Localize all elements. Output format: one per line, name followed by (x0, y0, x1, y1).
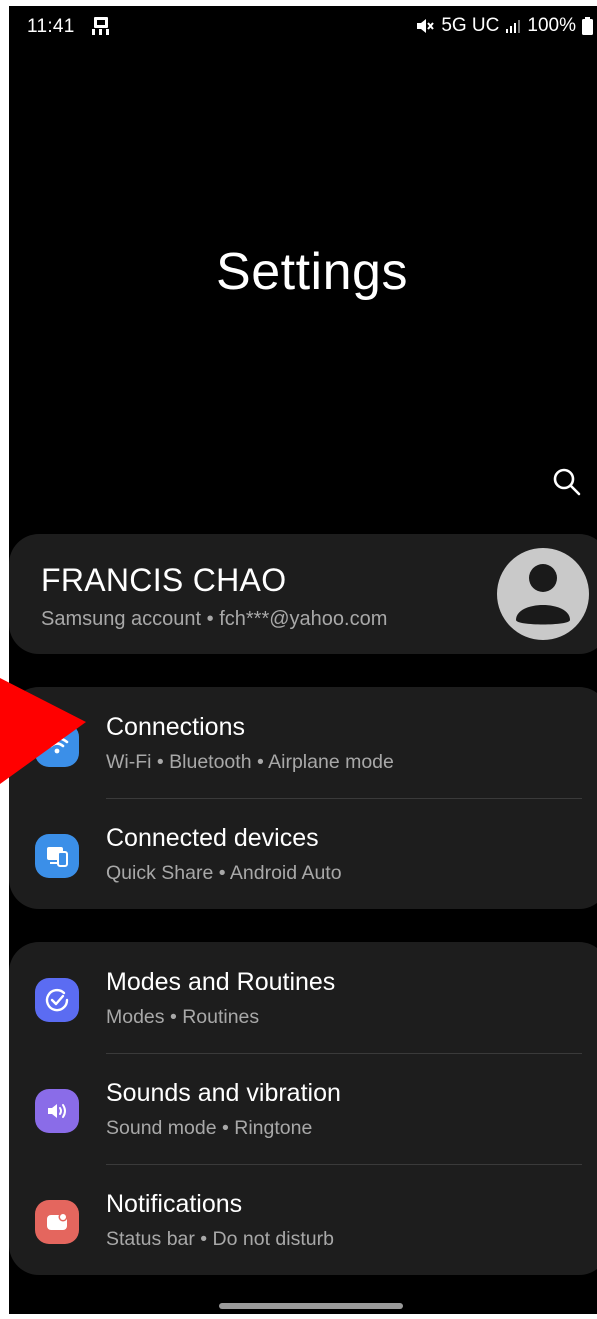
home-indicator[interactable] (219, 1303, 403, 1309)
search-button[interactable] (549, 464, 585, 500)
account-subtitle: Samsung account • fch***@yahoo.com (41, 608, 388, 630)
status-time: 11:41 (27, 16, 75, 37)
routines-icon (35, 978, 79, 1022)
status-right: 5G UC 100% (415, 15, 593, 37)
item-subtitle: Wi-Fi • Bluetooth • Airplane mode (106, 751, 394, 773)
item-title: Sounds and vibration (106, 1079, 341, 1107)
mute-icon (415, 17, 435, 35)
signal-icon (505, 18, 521, 34)
notification-icon (89, 15, 113, 37)
person-icon (516, 564, 570, 625)
volume-icon (35, 1089, 79, 1133)
settings-group-connections: Connections Wi-Fi • Bluetooth • Airplane… (9, 687, 597, 909)
network-label: 5G UC (441, 15, 500, 36)
item-title: Modes and Routines (106, 968, 336, 996)
list-item-connected-devices[interactable]: Connected devices Quick Share • Android … (9, 798, 597, 909)
account-card[interactable]: FRANCIS CHAO Samsung account • fch***@ya… (9, 534, 597, 654)
list-item-connections[interactable]: Connections Wi-Fi • Bluetooth • Airplane… (9, 687, 597, 798)
item-subtitle: Quick Share • Android Auto (106, 862, 342, 884)
phone-screen: 11:41 5G UC 100% Settings FRANCIS CHAO S… (9, 6, 597, 1314)
account-name: FRANCIS CHAO (41, 562, 287, 598)
item-subtitle: Sound mode • Ringtone (106, 1117, 313, 1139)
item-title: Notifications (106, 1190, 243, 1218)
status-bar: 11:41 5G UC 100% (9, 6, 597, 48)
item-subtitle: Modes • Routines (106, 1006, 260, 1028)
battery-label: 100% (527, 15, 576, 36)
annotation-arrow (0, 678, 86, 784)
battery-icon (582, 17, 593, 35)
item-title: Connections (106, 713, 245, 741)
notifications-icon (35, 1200, 79, 1244)
settings-group-general: Modes and Routines Modes • Routines Soun… (9, 942, 597, 1275)
item-subtitle: Status bar • Do not disturb (106, 1228, 334, 1250)
item-title: Connected devices (106, 824, 319, 852)
list-item-notifications[interactable]: Notifications Status bar • Do not distur… (9, 1164, 597, 1275)
search-icon (553, 468, 581, 496)
list-item-sounds-vibration[interactable]: Sounds and vibration Sound mode • Ringto… (9, 1053, 597, 1164)
devices-icon (35, 834, 79, 878)
avatar[interactable] (497, 548, 589, 640)
list-item-modes-routines[interactable]: Modes and Routines Modes • Routines (9, 942, 597, 1053)
page-title: Settings (216, 243, 408, 301)
